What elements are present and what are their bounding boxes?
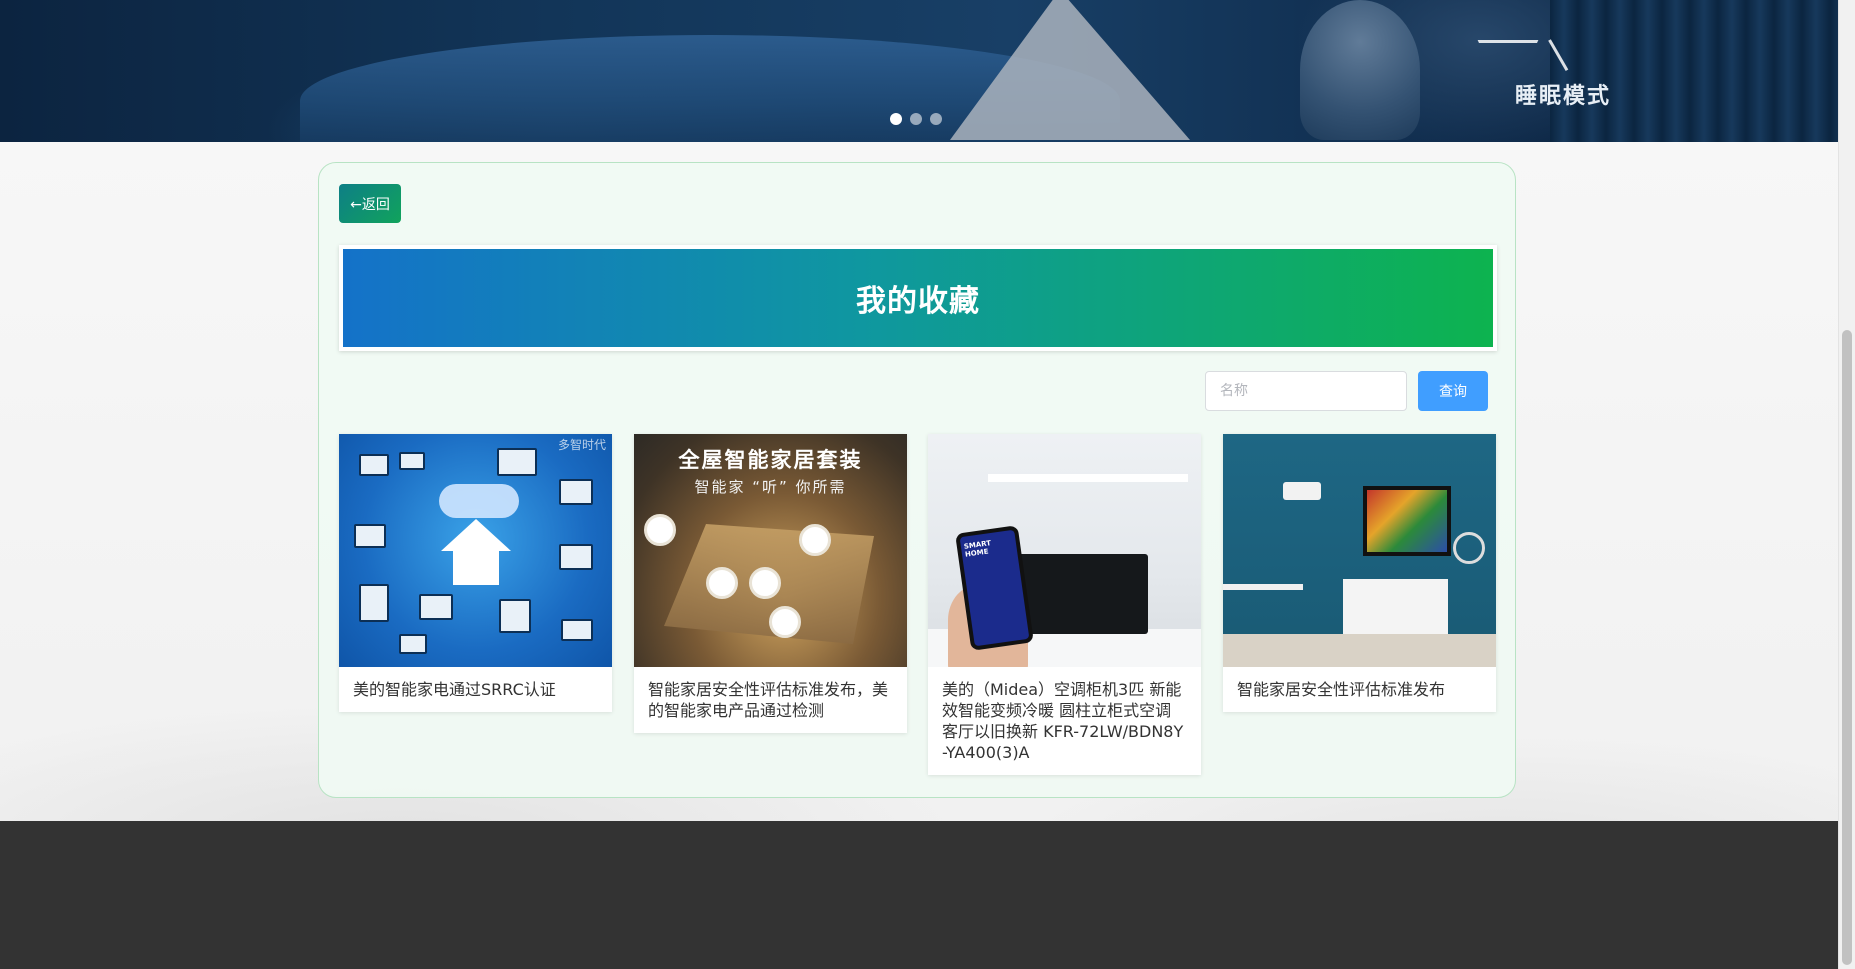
appliance-icon [359, 454, 389, 476]
favorite-card[interactable]: SMART HOME 美的（Midea）空调柜机3匹 新能效智能变频冷暖 圆柱立… [928, 434, 1201, 775]
banner-curtain-image [1550, 0, 1838, 142]
favorite-title: 美的（Midea）空调柜机3匹 新能效智能变频冷暖 圆柱立柜式空调 客厅以旧换新… [942, 680, 1184, 762]
smart-phone-living-room-image: SMART HOME [928, 434, 1201, 667]
device-bubble-icon [749, 567, 781, 599]
shelf-image [988, 474, 1188, 482]
hero-banner: 睡眠模式 [0, 0, 1838, 142]
scrollbar-thumb[interactable] [1842, 330, 1852, 965]
cloud-icon [439, 484, 519, 518]
search-button[interactable]: 查询 [1418, 371, 1488, 411]
smart-home-network-image: 多智时代 [339, 434, 612, 667]
appliance-icon [399, 452, 425, 470]
device-bubble-icon [706, 567, 738, 599]
carousel-indicators [890, 113, 942, 125]
monitor-icon [559, 479, 593, 505]
title-banner: 我的收藏 [339, 245, 1497, 351]
page-footer [0, 821, 1838, 969]
sleep-mode-label: 睡眠模式 [1515, 84, 1612, 109]
name-search-input[interactable] [1205, 371, 1407, 411]
laptop-icon [419, 594, 453, 620]
washer-icon [499, 599, 531, 633]
favorite-title: 美的智能家电通过SRRC认证 [353, 680, 556, 699]
house-roof-icon [441, 519, 511, 551]
favorites-panel: ←返回 我的收藏 查询 多智时代 [318, 162, 1516, 798]
favorite-title: 智能家居安全性评估标准发布，美的智能家电产品通过检测 [648, 680, 889, 720]
favorite-title: 智能家居安全性评估标准发布 [1237, 680, 1446, 699]
device-bubble-icon [644, 514, 676, 546]
image-watermark: 多智时代 [557, 438, 606, 452]
phone-label: SMART HOME [963, 539, 992, 559]
tv-image [1363, 486, 1451, 556]
carousel-dot-1[interactable] [890, 113, 902, 125]
tv-image [1018, 554, 1148, 634]
device-bubble-icon [799, 524, 831, 556]
appliance-icon [559, 544, 593, 570]
title-gradient: 我的收藏 [343, 249, 1493, 347]
favorite-card[interactable]: 全屋智能家居套装 智能家 “听” 你所需 智能家居安全性评估标准发布，美的智能家… [634, 434, 907, 733]
house-icon [453, 551, 499, 585]
sleep-mode-icon [1450, 0, 1566, 43]
carousel-dot-3[interactable] [930, 113, 942, 125]
tv-console-image [1343, 579, 1448, 637]
fridge-icon [359, 584, 389, 622]
smart-home-kit-image: 全屋智能家居套装 智能家 “听” 你所需 [634, 434, 907, 667]
favorite-card[interactable]: 多智时代 美的智能家电通过SRRC认证 [339, 434, 612, 712]
favorite-card[interactable]: 智能家居安全性评估标准发布 [1223, 434, 1496, 712]
back-button[interactable]: ←返回 [339, 184, 401, 223]
appliance-icon [354, 524, 386, 548]
router-icon [561, 619, 593, 641]
page-title: 我的收藏 [856, 284, 980, 319]
image-heading: 全屋智能家居套装 [678, 448, 863, 472]
tv-icon [497, 448, 537, 476]
floor-image [1223, 634, 1496, 667]
device-bubble-icon [769, 606, 801, 638]
desk-image [1223, 584, 1303, 590]
image-subheading: 智能家 “听” 你所需 [694, 478, 847, 496]
banner-tent-image [950, 0, 1190, 140]
vertical-scrollbar[interactable] [1838, 0, 1855, 969]
teal-living-room-image [1223, 434, 1496, 667]
fan-image [1453, 532, 1485, 564]
air-conditioner-image [1283, 482, 1321, 500]
carousel-dot-2[interactable] [910, 113, 922, 125]
gamepad-icon [399, 634, 427, 654]
banner-figure-image [1300, 0, 1420, 140]
